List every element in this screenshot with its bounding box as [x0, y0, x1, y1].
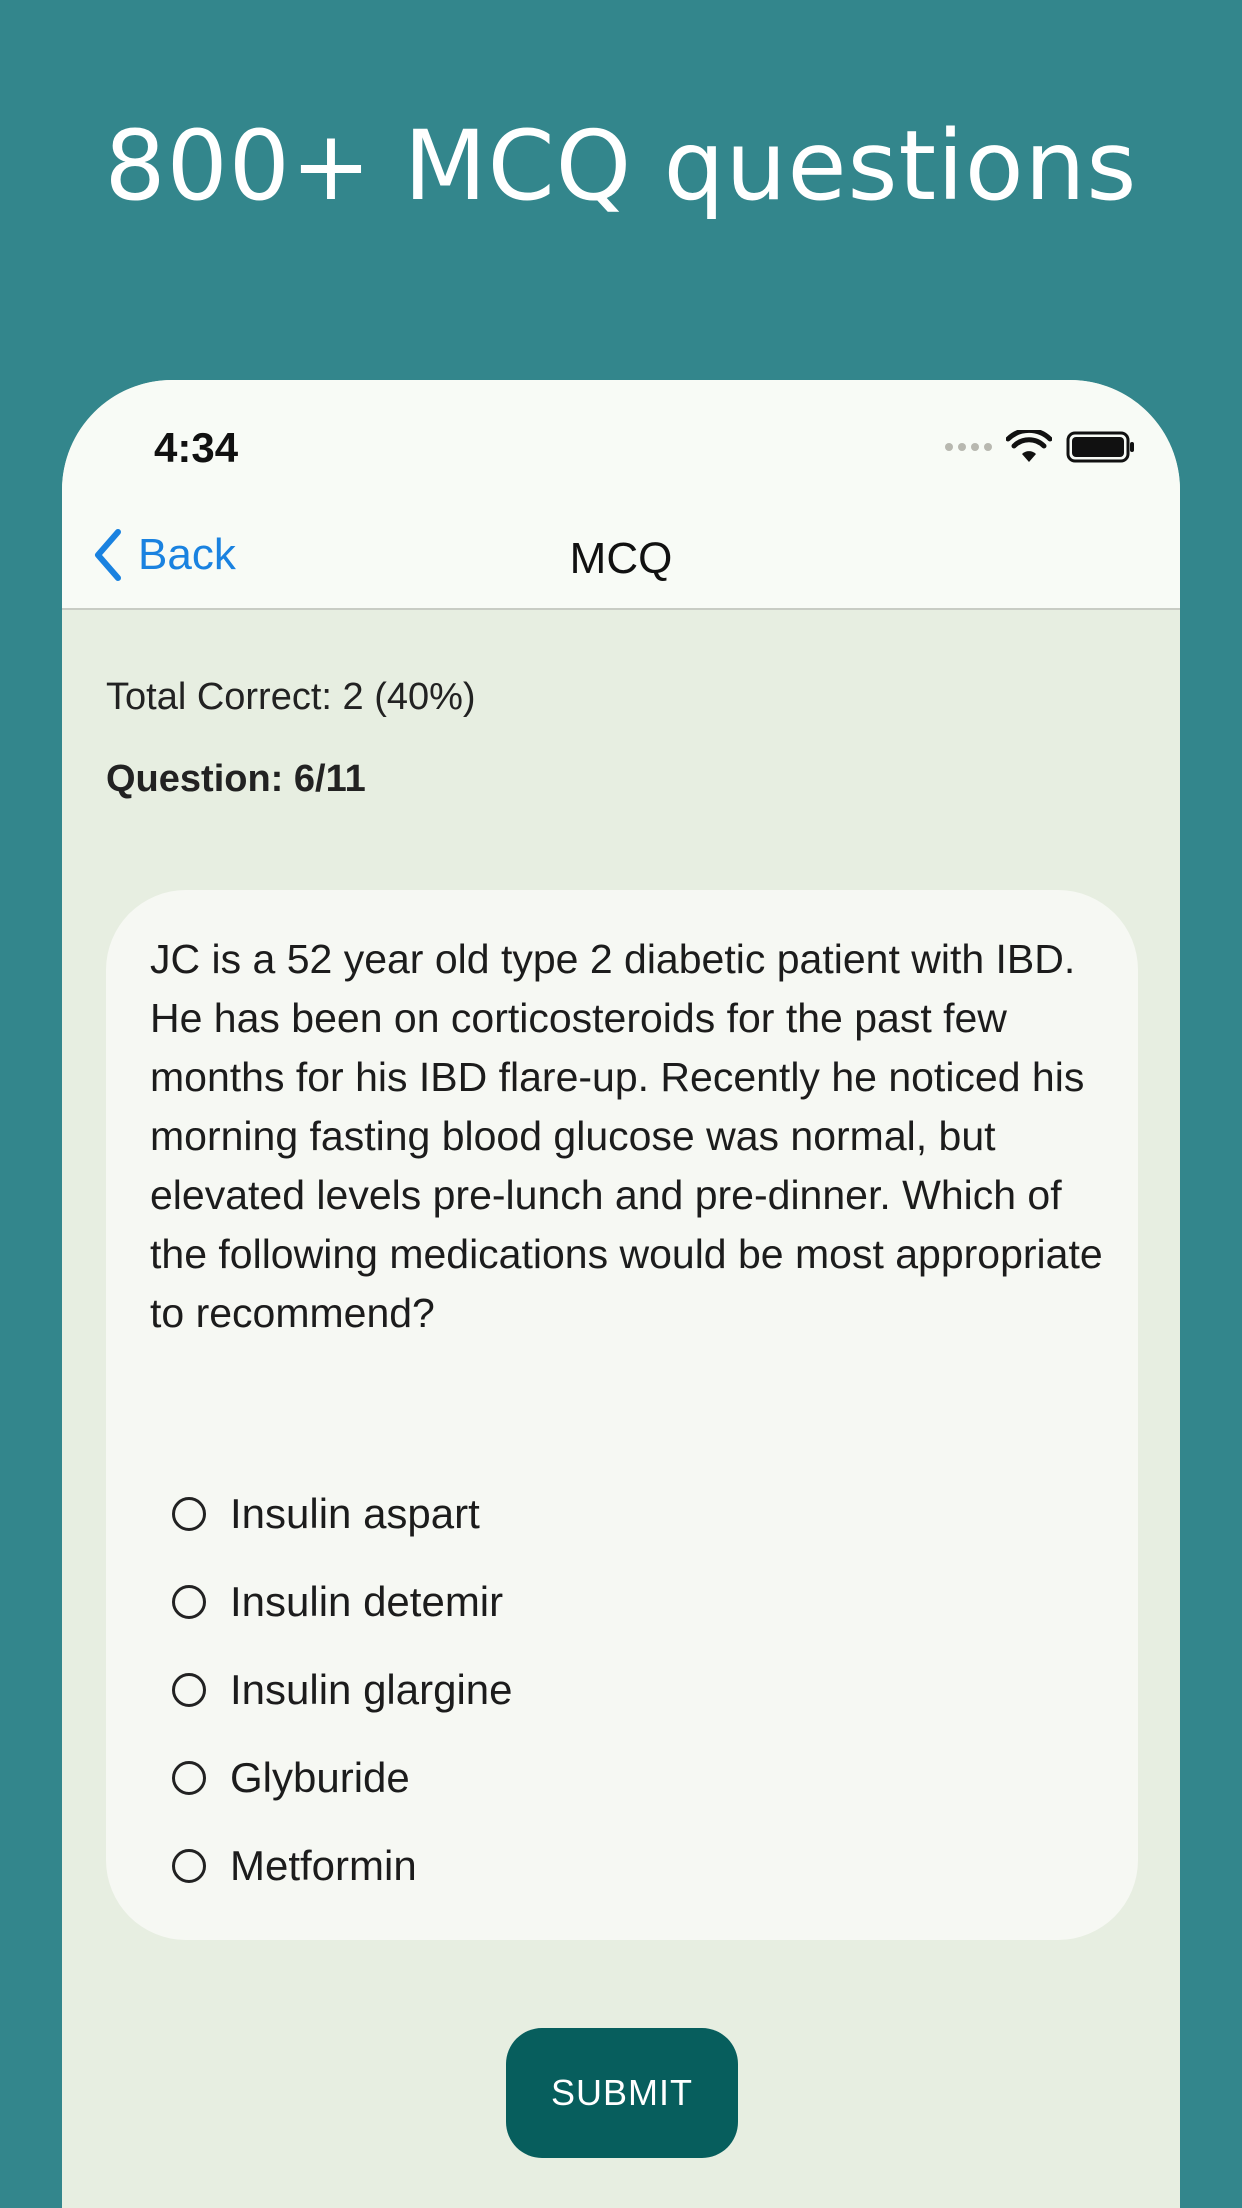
- chevron-left-icon: [95, 529, 121, 581]
- status-bar: 4:34: [62, 380, 1180, 510]
- cellular-signal-icon: [945, 443, 992, 451]
- answer-options: Insulin aspart Insulin detemir Insulin g…: [172, 1470, 513, 1910]
- back-button-label: Back: [138, 530, 236, 579]
- submit-button[interactable]: SUBMIT: [506, 2028, 738, 2158]
- answer-option[interactable]: Metformin: [172, 1822, 513, 1910]
- radio-button-icon[interactable]: [172, 1849, 206, 1883]
- radio-button-icon[interactable]: [172, 1585, 206, 1619]
- answer-option-label: Insulin detemir: [230, 1578, 504, 1625]
- score-text: Total Correct: 2 (40%): [106, 676, 476, 718]
- status-time: 4:34: [154, 424, 239, 471]
- answer-option-label: Insulin glargine: [230, 1666, 513, 1713]
- answer-option[interactable]: Insulin detemir: [172, 1558, 513, 1646]
- radio-button-icon[interactable]: [172, 1673, 206, 1707]
- wifi-icon: [1006, 430, 1052, 462]
- answer-option[interactable]: Insulin aspart: [172, 1470, 513, 1558]
- answer-option-label: Glyburide: [230, 1754, 410, 1801]
- answer-option[interactable]: Insulin glargine: [172, 1646, 513, 1734]
- battery-icon: [1066, 431, 1134, 463]
- answer-option-label: Insulin aspart: [230, 1490, 480, 1537]
- answer-option[interactable]: Glyburide: [172, 1734, 513, 1822]
- phone-screen: 4:34 Back MCQ Total Correct: 2 (40%) Que…: [62, 380, 1180, 2208]
- back-button[interactable]: Back: [92, 528, 236, 582]
- answer-option-label: Metformin: [230, 1842, 417, 1889]
- question-text: JC is a 52 year old type 2 diabetic pati…: [150, 936, 1103, 1336]
- question-card: JC is a 52 year old type 2 diabetic pati…: [106, 890, 1138, 1940]
- radio-button-icon[interactable]: [172, 1761, 206, 1795]
- question-counter: Question: 6/11: [106, 758, 366, 800]
- navigation-bar: Back MCQ: [62, 510, 1180, 610]
- promo-headline: 800+ MCQ questions: [104, 110, 1138, 222]
- status-icons: [945, 430, 1136, 464]
- radio-button-icon[interactable]: [172, 1497, 206, 1531]
